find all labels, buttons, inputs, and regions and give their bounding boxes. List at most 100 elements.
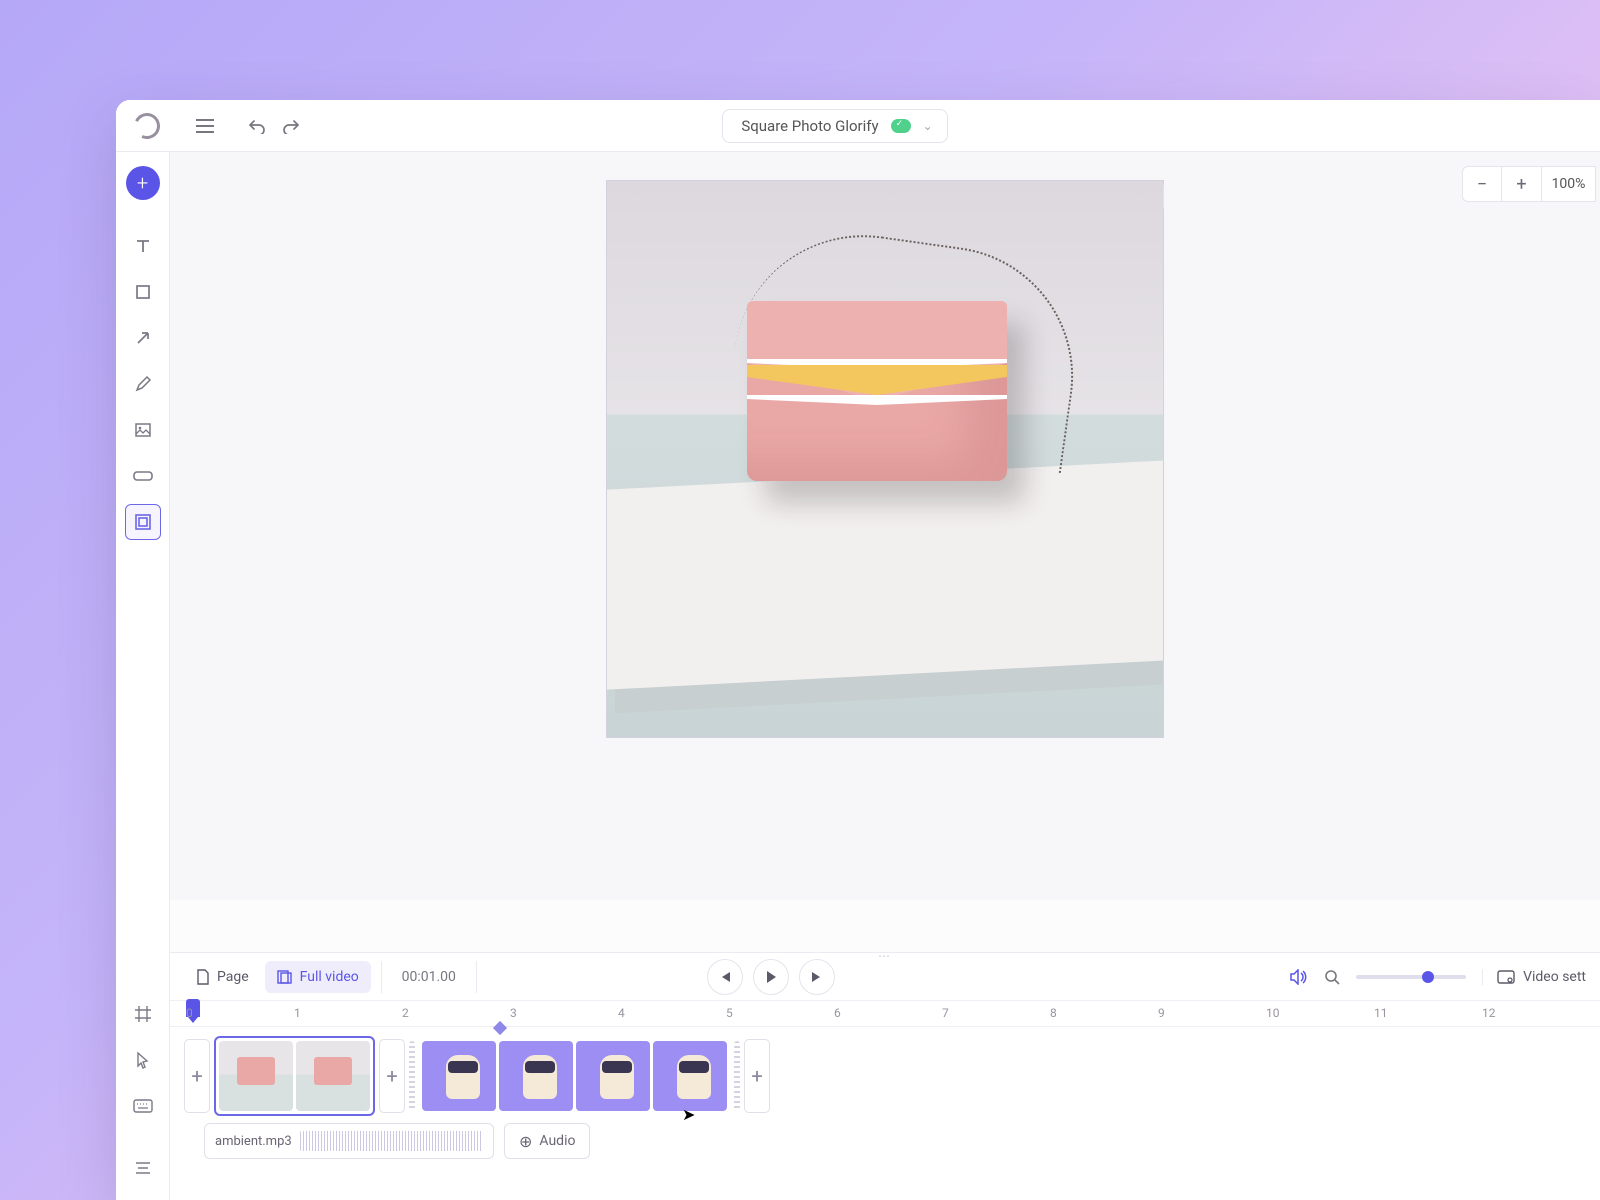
ruler-mark: 10 xyxy=(1266,1006,1280,1020)
ruler-mark: 2 xyxy=(402,1006,409,1020)
plus-icon: ⊕ xyxy=(519,1132,532,1151)
rectangle-tool[interactable] xyxy=(125,274,161,310)
clip-group-1[interactable] xyxy=(214,1036,375,1116)
keyboard-tool[interactable] xyxy=(125,1088,161,1124)
pointer-tool[interactable] xyxy=(125,1042,161,1078)
undo-icon xyxy=(248,118,266,134)
pen-tool[interactable] xyxy=(125,366,161,402)
zoom-out-button[interactable]: − xyxy=(1462,166,1502,202)
clip-thumbnail[interactable] xyxy=(576,1041,650,1111)
search-icon xyxy=(1324,969,1340,985)
frame-tool[interactable] xyxy=(125,504,161,540)
ruler-mark: 7 xyxy=(942,1006,949,1020)
video-icon xyxy=(277,970,293,984)
zoom-controls: − + 100% xyxy=(1462,166,1596,202)
top-bar: Square Photo Glorify ⌄ xyxy=(116,100,1600,152)
zoom-in-button[interactable]: + xyxy=(1502,166,1542,202)
ruler-mark: 9 xyxy=(1158,1006,1165,1020)
ruler-mark: 3 xyxy=(510,1006,517,1020)
timeline-search-button[interactable] xyxy=(1324,969,1340,985)
chevron-down-icon: ⌄ xyxy=(923,119,933,133)
play-button[interactable] xyxy=(753,959,789,995)
clip-thumbnail[interactable] xyxy=(296,1041,370,1111)
canvas-artboard[interactable]: EDIT BG xyxy=(606,180,1164,738)
frame-icon xyxy=(134,513,152,531)
clip-thumbnail[interactable] xyxy=(653,1041,727,1111)
audio-clip[interactable]: ambient.mp3 xyxy=(204,1123,494,1159)
play-icon xyxy=(765,970,777,984)
volume-button[interactable] xyxy=(1290,969,1308,985)
left-toolbar: + xyxy=(116,152,170,1200)
image-icon xyxy=(134,421,152,439)
cloud-synced-icon xyxy=(891,119,911,133)
undo-button[interactable] xyxy=(240,109,274,143)
ruler-mark: 5 xyxy=(726,1006,733,1020)
next-frame-button[interactable] xyxy=(799,959,835,995)
add-frame-after-button[interactable]: + xyxy=(744,1039,770,1113)
settings-gear-icon xyxy=(1497,970,1515,984)
ruler-mark: 6 xyxy=(834,1006,841,1020)
menu-button[interactable] xyxy=(188,109,222,143)
pill-icon xyxy=(133,469,153,483)
video-settings-button[interactable]: Video sett xyxy=(1482,969,1586,985)
volume-icon xyxy=(1290,969,1308,985)
product-image xyxy=(607,181,1163,737)
text-icon xyxy=(134,237,152,255)
artboard-icon xyxy=(134,1005,152,1023)
ruler-mark: 8 xyxy=(1050,1006,1057,1020)
add-frame-between-button[interactable]: + xyxy=(379,1039,405,1113)
clip-thumbnail[interactable] xyxy=(422,1041,496,1111)
tab-page-label: Page xyxy=(217,969,249,985)
tab-page[interactable]: Page xyxy=(184,961,261,993)
skip-prev-icon xyxy=(718,971,732,983)
waveform-icon xyxy=(300,1131,483,1151)
app-logo-icon xyxy=(130,109,163,142)
tab-full-video[interactable]: Full video xyxy=(265,961,371,993)
playback-controls xyxy=(707,959,835,995)
keyboard-icon xyxy=(133,1099,153,1113)
clip-thumbnail[interactable] xyxy=(219,1041,293,1111)
text-tool[interactable] xyxy=(125,228,161,264)
align-tool[interactable] xyxy=(125,1150,161,1186)
audio-track: ambient.mp3 ⊕ Audio xyxy=(184,1123,1586,1159)
redo-button[interactable] xyxy=(274,109,308,143)
panel-resize-handle[interactable]: ⋯ xyxy=(878,949,892,963)
project-title-dropdown[interactable]: Square Photo Glorify ⌄ xyxy=(722,109,947,143)
current-time: 00:01.00 xyxy=(381,961,477,993)
video-track: + + + xyxy=(184,1037,1586,1115)
video-settings-label: Video sett xyxy=(1523,969,1586,985)
clip-divider[interactable] xyxy=(409,1041,415,1111)
timeline-zoom-slider[interactable] xyxy=(1356,975,1466,979)
canvas-workspace[interactable]: EDIT BG xyxy=(170,152,1600,900)
timeline-tracks: + + + ambient.mp3 xyxy=(170,1027,1600,1169)
app-window: Square Photo Glorify ⌄ + EDIT BG xyxy=(116,100,1600,1200)
clip-thumbnail[interactable] xyxy=(499,1041,573,1111)
hamburger-icon xyxy=(196,119,214,133)
prev-frame-button[interactable] xyxy=(707,959,743,995)
align-icon xyxy=(134,1160,152,1176)
add-element-button[interactable]: + xyxy=(126,166,160,200)
ruler-mark: 12 xyxy=(1482,1006,1496,1020)
project-title: Square Photo Glorify xyxy=(741,117,878,135)
arrow-tool[interactable] xyxy=(125,320,161,356)
ruler-mark: 0 xyxy=(186,1006,193,1020)
zoom-percent[interactable]: 100% xyxy=(1542,166,1596,202)
timeline-ruler[interactable]: 0123456789101112 xyxy=(170,1001,1600,1027)
redo-icon xyxy=(282,118,300,134)
add-frame-before-button[interactable]: + xyxy=(184,1039,210,1113)
pencil-icon xyxy=(134,375,152,393)
add-audio-label: Audio xyxy=(539,1133,575,1149)
tab-full-video-label: Full video xyxy=(300,969,359,985)
artboard-tool[interactable] xyxy=(125,996,161,1032)
ruler-mark: 1 xyxy=(294,1006,301,1020)
timeline-panel: ⋯ Page Full video 00:01.00 xyxy=(170,952,1600,1200)
square-icon xyxy=(134,283,152,301)
cursor-icon xyxy=(135,1051,151,1069)
clip-divider[interactable] xyxy=(734,1041,740,1111)
audio-clip-name: ambient.mp3 xyxy=(215,1134,292,1149)
clip-group-2[interactable] xyxy=(419,1038,730,1114)
arrow-icon xyxy=(134,329,152,347)
image-tool[interactable] xyxy=(125,412,161,448)
add-audio-button[interactable]: ⊕ Audio xyxy=(504,1123,590,1159)
button-tool[interactable] xyxy=(125,458,161,494)
